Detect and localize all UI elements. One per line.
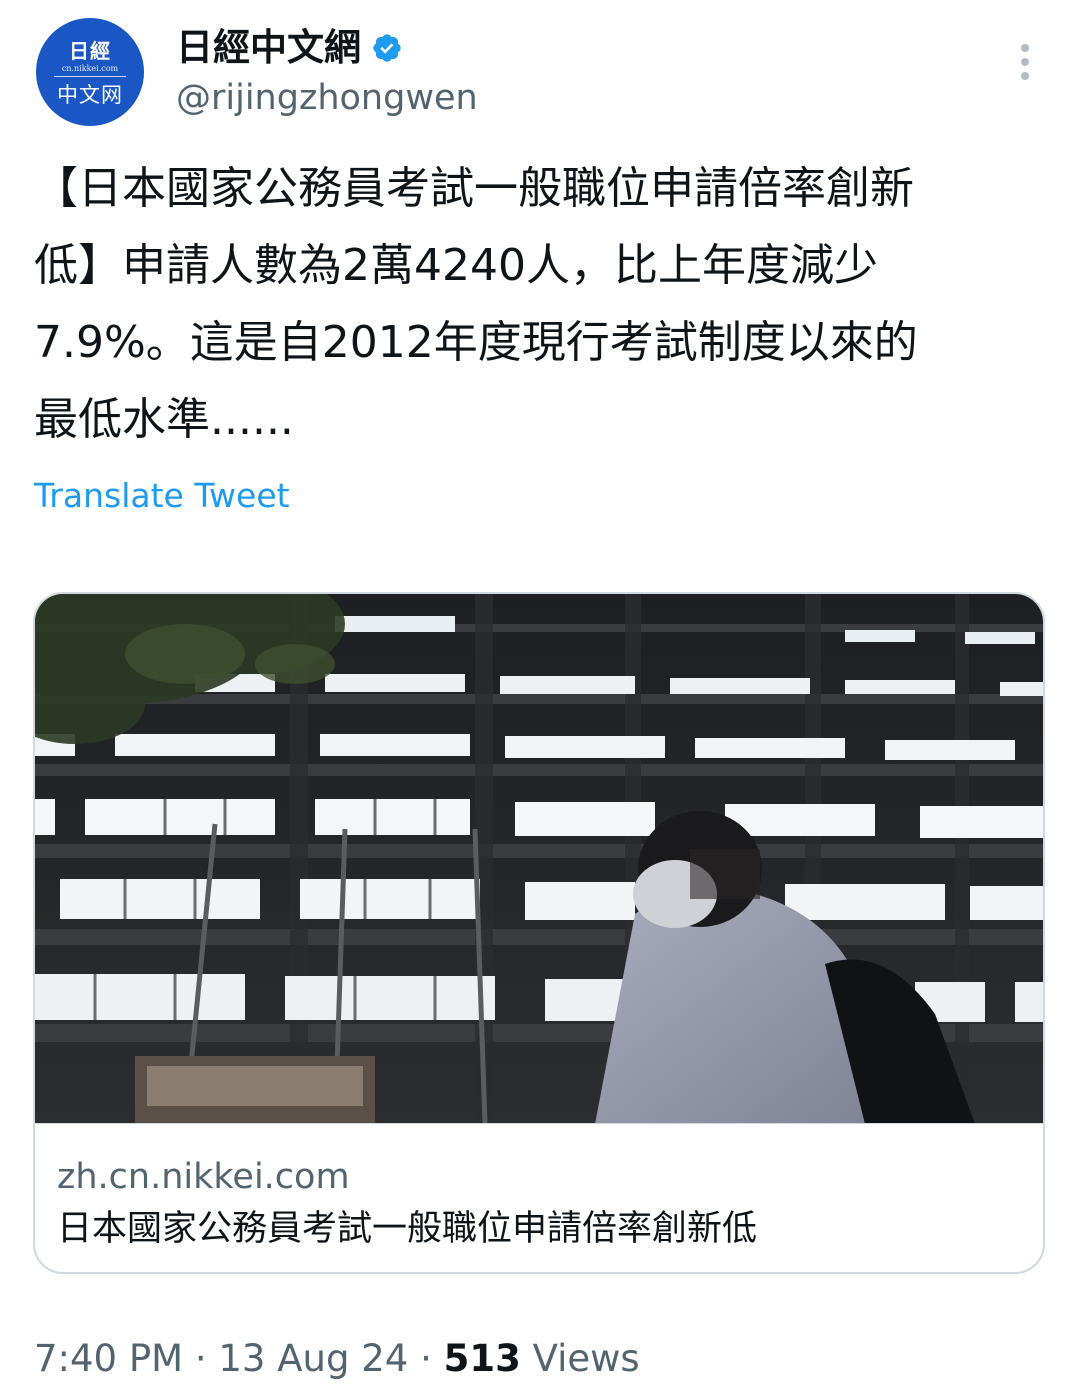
- display-name[interactable]: 日經中文網: [176, 22, 361, 74]
- more-options-icon[interactable]: [1010, 40, 1040, 84]
- author-handle[interactable]: @rijingzhongwen: [176, 76, 478, 120]
- avatar-logo-url: cn.nikkei.com: [61, 64, 119, 73]
- more-dot: [1021, 72, 1029, 80]
- more-dot: [1021, 44, 1029, 52]
- card-domain: zh.cn.nikkei.com: [57, 1157, 350, 1197]
- translate-tweet-link[interactable]: Translate Tweet: [34, 474, 290, 518]
- tweet-text: 【日本國家公務員考試一般職位申請倍率創新 低】申請人數為2萬4240人，比上年度…: [34, 163, 918, 445]
- meta-separator: ·: [183, 1337, 219, 1380]
- avatar[interactable]: 日經 cn.nikkei.com 中文网: [36, 18, 144, 126]
- card-title: 日本國家公務員考試一般職位申請倍率創新低: [57, 1209, 758, 1249]
- card-image[interactable]: [35, 594, 1045, 1124]
- author-name-row[interactable]: 日經中文網: [176, 22, 403, 74]
- avatar-logo-top: 日經: [69, 39, 111, 63]
- views-count[interactable]: 513: [444, 1337, 521, 1380]
- tweet-time[interactable]: 7:40 PM: [34, 1337, 183, 1380]
- more-dot: [1021, 58, 1029, 66]
- link-preview-card[interactable]: zh.cn.nikkei.com 日本國家公務員考試一般職位申請倍率創新低: [33, 592, 1045, 1274]
- verified-badge-icon: [373, 34, 401, 62]
- avatar-logo-rule: [54, 76, 126, 77]
- meta-separator: ·: [408, 1337, 444, 1380]
- views-label[interactable]: Views: [521, 1337, 640, 1380]
- avatar-logo-bottom: 中文网: [57, 83, 123, 107]
- card-divider: [35, 1123, 1043, 1124]
- tweet-date[interactable]: 13 Aug 24: [218, 1337, 408, 1380]
- tweet-meta: 7:40 PM · 13 Aug 24 · 513 Views: [34, 1334, 640, 1384]
